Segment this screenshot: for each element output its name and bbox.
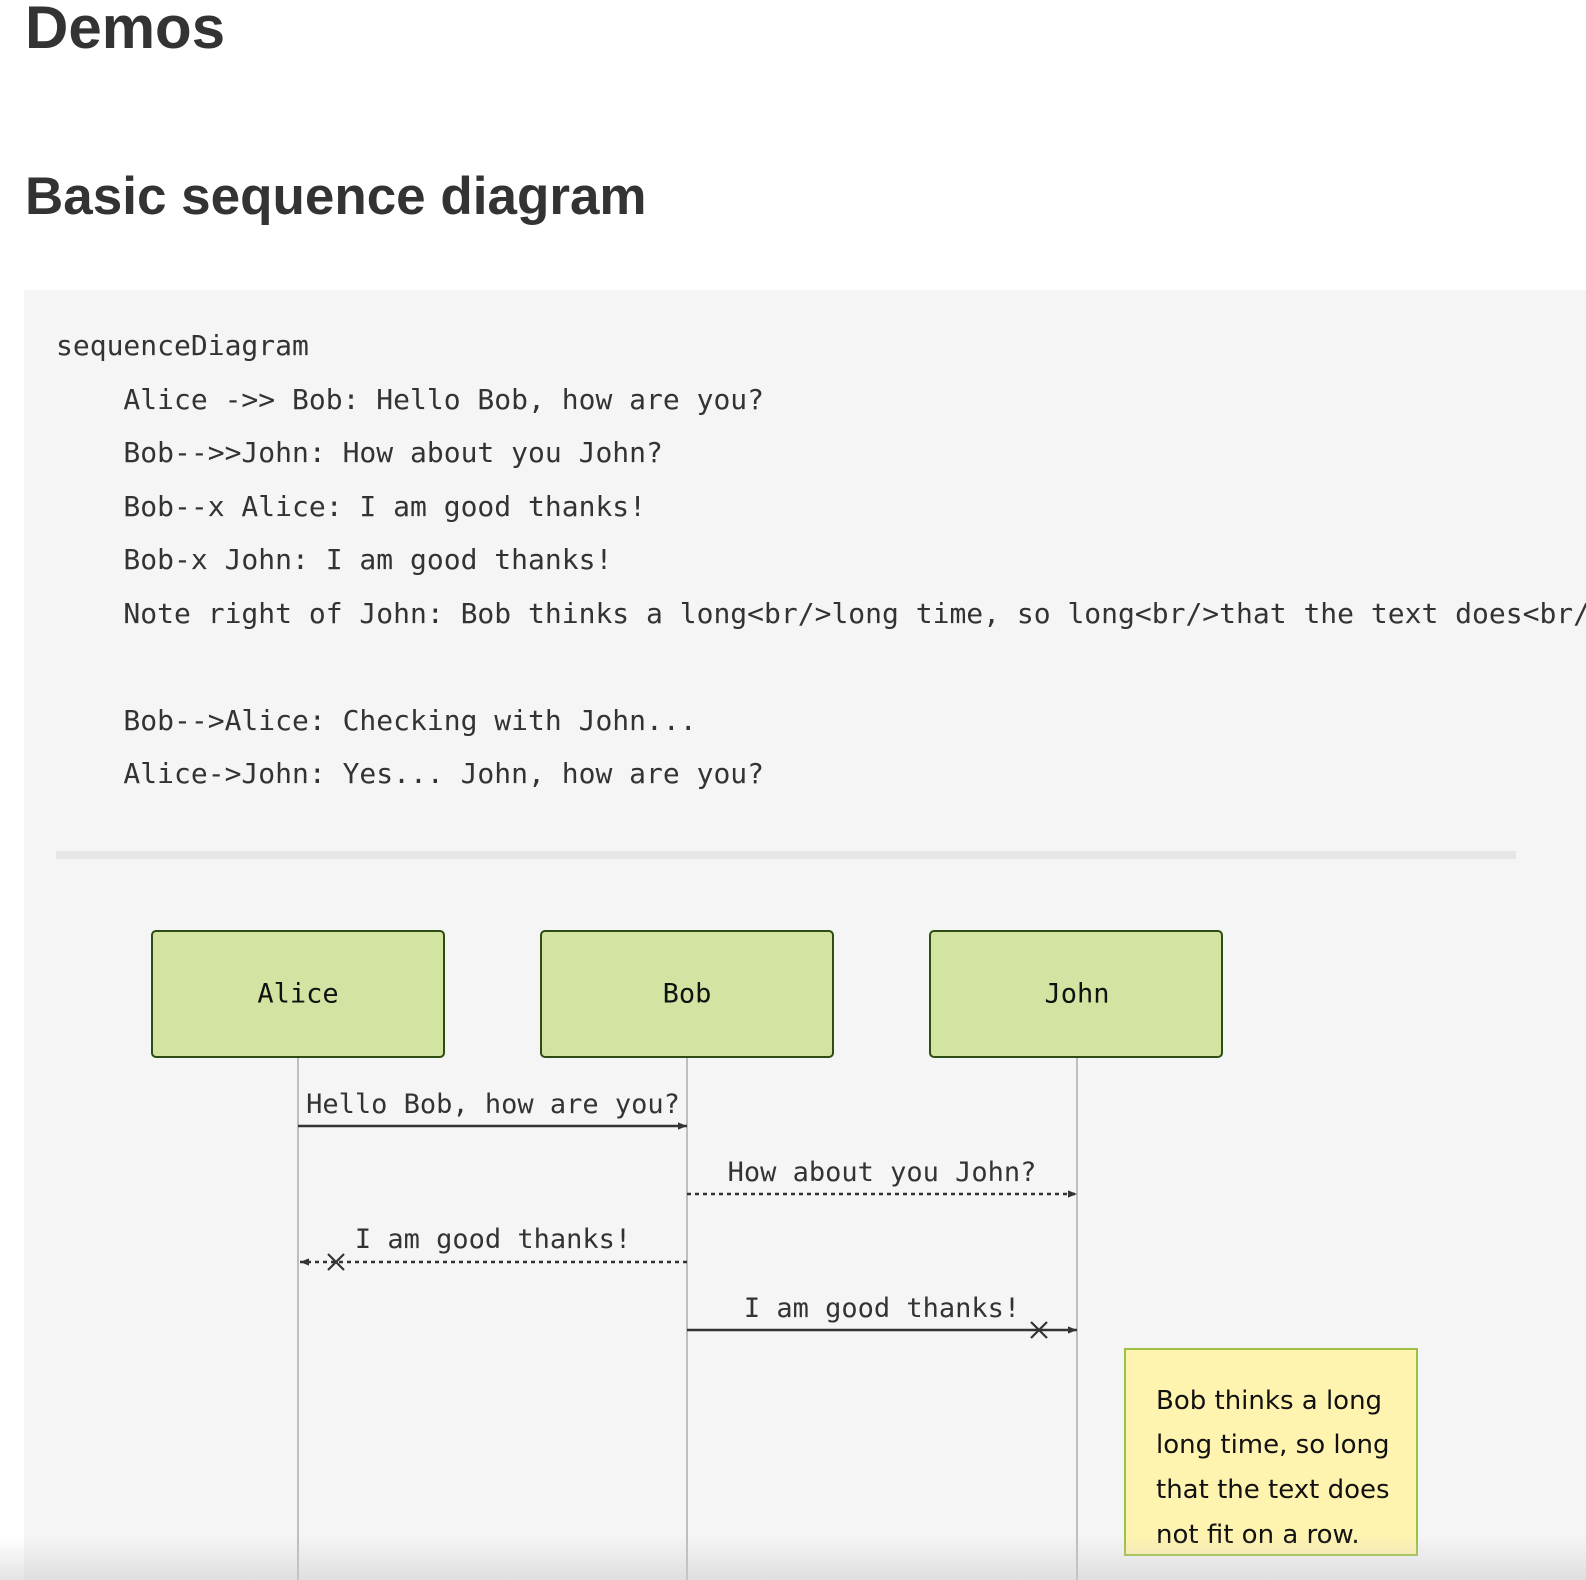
actor-label: Bob xyxy=(663,979,712,1010)
actor-alice: Alice xyxy=(151,930,445,1058)
message-3: I am good thanks! xyxy=(300,1224,687,1271)
message-label: I am good thanks! xyxy=(355,1224,631,1255)
page-title: Demos xyxy=(25,0,226,61)
message-4: I am good thanks! xyxy=(687,1293,1077,1339)
message-label: Hello Bob, how are you? xyxy=(306,1089,680,1120)
note: Bob thinks a long long time, so long tha… xyxy=(1124,1348,1418,1556)
actor-bob: Bob xyxy=(540,930,834,1058)
note-line: long time, so long xyxy=(1156,1430,1389,1460)
sequence-diagram: Alice Bob John Hello Bob, how are you? H… xyxy=(151,930,1418,1580)
note-line: Bob thinks a long xyxy=(1156,1386,1382,1416)
demo-panel: sequenceDiagram Alice ->> Bob: Hello Bob… xyxy=(24,290,1586,1580)
actor-john: John xyxy=(929,930,1223,1058)
actor-label: John xyxy=(1044,979,1109,1010)
message-1: Hello Bob, how are you? xyxy=(298,1089,687,1130)
section-title: Basic sequence diagram xyxy=(25,167,647,226)
note-line: that the text does xyxy=(1156,1475,1390,1505)
message-label: I am good thanks! xyxy=(744,1293,1020,1324)
message-2: How about you John? xyxy=(687,1157,1077,1198)
note-line: not fit on a row. xyxy=(1156,1520,1360,1550)
message-label: How about you John? xyxy=(728,1157,1037,1188)
actor-label: Alice xyxy=(257,979,338,1010)
